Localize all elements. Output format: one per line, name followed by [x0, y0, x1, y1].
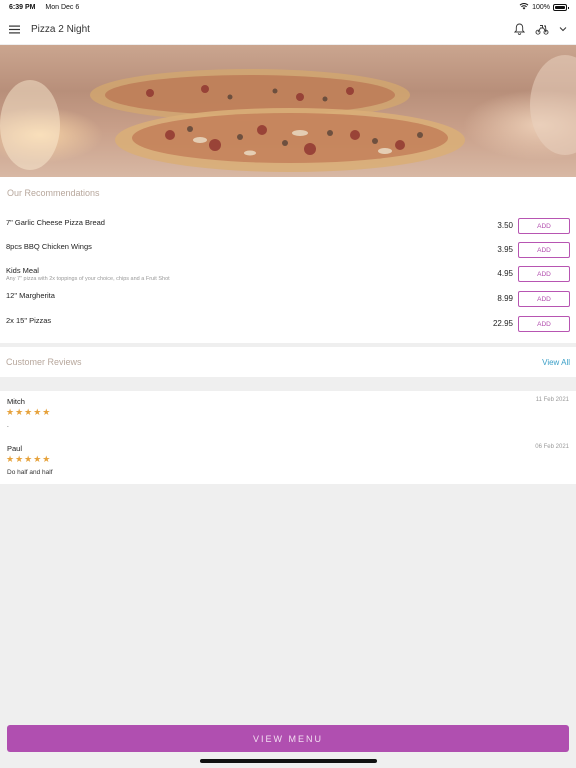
review-text: Do half and half — [7, 469, 53, 476]
wifi-icon — [519, 2, 529, 12]
item-name: 7" Garlic Cheese Pizza Bread — [6, 218, 105, 227]
view-all-link[interactable]: View All — [542, 358, 570, 367]
review-date: 06 Feb 2021 — [535, 444, 569, 450]
recommendations-title: Our Recommendations — [7, 188, 100, 198]
chevron-down-icon[interactable] — [559, 26, 567, 32]
add-button[interactable]: ADD — [518, 218, 570, 234]
item-price: 8.99 — [497, 294, 513, 303]
item-price: 22.95 — [492, 319, 513, 328]
delivery-scooter-icon[interactable] — [535, 24, 549, 35]
battery-icon — [553, 3, 569, 11]
recommendation-item: 12" Margherita 8.99 ADD — [0, 291, 576, 315]
reviews-header: Customer Reviews View All — [0, 347, 576, 377]
page-title: Pizza 2 Night — [31, 23, 90, 35]
app-header: Pizza 2 Night — [0, 14, 576, 45]
status-right: 100% — [519, 2, 569, 12]
add-button[interactable]: ADD — [518, 242, 570, 258]
hamburger-menu-icon[interactable] — [9, 25, 20, 34]
review-item: Paul 06 Feb 2021 ★★★★★ Do half and half — [0, 444, 576, 484]
item-name: 2x 15" Pizzas — [6, 316, 52, 325]
reviewer-name: Paul — [7, 444, 23, 453]
star-rating-icon: ★★★★★ — [6, 407, 52, 417]
reviews-list: Mitch 11 Feb 2021 ★★★★★ . Paul 06 Feb 20… — [0, 391, 576, 484]
item-name: 12" Margherita — [6, 291, 55, 300]
recommendation-item: 7" Garlic Cheese Pizza Bread 3.50 ADD — [0, 218, 576, 242]
hero-pizza-image — [0, 45, 576, 177]
view-menu-button[interactable]: VIEW MENU — [7, 725, 569, 752]
battery-percent: 100% — [532, 3, 550, 11]
item-description: Any 7" pizza with 2x toppings of your ch… — [6, 276, 170, 282]
item-price: 4.95 — [497, 269, 513, 278]
item-price: 3.50 — [497, 221, 513, 230]
add-button[interactable]: ADD — [518, 266, 570, 282]
status-date: Mon Dec 6 — [45, 3, 80, 11]
add-button[interactable]: ADD — [518, 316, 570, 332]
item-price: 3.95 — [497, 245, 513, 254]
pizza-illustration — [0, 55, 576, 172]
recommendation-item: 8pcs BBQ Chicken Wings 3.95 ADD — [0, 242, 576, 266]
item-name: 8pcs BBQ Chicken Wings — [6, 242, 92, 251]
battery-fill — [555, 5, 565, 9]
home-indicator — [200, 759, 377, 763]
header-actions — [514, 23, 567, 35]
status-time: 6:39 PM — [9, 3, 36, 11]
recommendation-item: 2x 15" Pizzas 22.95 ADD — [0, 316, 576, 340]
review-text: . — [7, 422, 9, 429]
review-date: 11 Feb 2021 — [535, 397, 569, 403]
recommendations-section: Our Recommendations 7" Garlic Cheese Piz… — [0, 177, 576, 343]
review-item: Mitch 11 Feb 2021 ★★★★★ . — [0, 397, 576, 437]
recommendation-item: Kids Meal Any 7" pizza with 2x toppings … — [0, 266, 576, 290]
item-name: Kids Meal — [6, 266, 39, 275]
status-left: 6:39 PM Mon Dec 6 — [9, 4, 87, 11]
bell-icon[interactable] — [514, 23, 525, 35]
star-rating-icon: ★★★★★ — [6, 454, 52, 464]
reviewer-name: Mitch — [7, 397, 25, 406]
add-button[interactable]: ADD — [518, 291, 570, 307]
status-bar: 6:39 PM Mon Dec 6 100% — [0, 0, 576, 14]
reviews-title: Customer Reviews — [6, 357, 82, 367]
